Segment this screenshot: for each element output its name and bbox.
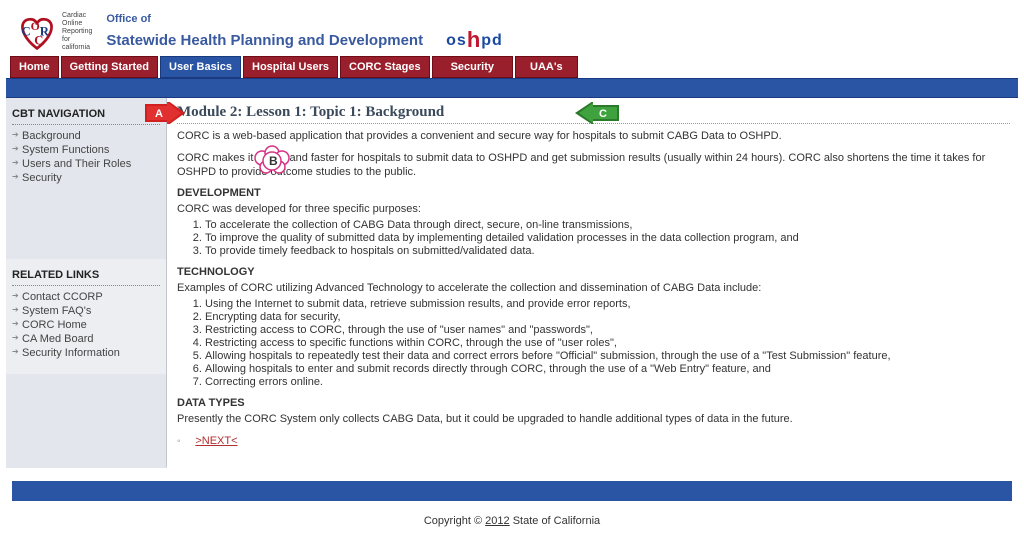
sidebar-item-security[interactable]: Security	[12, 171, 160, 185]
link-ca-med-board[interactable]: CA Med Board	[12, 332, 160, 346]
link-system-faqs[interactable]: System FAQ's	[12, 304, 160, 318]
svg-text:B: B	[269, 154, 278, 168]
sidebar-item-users-roles[interactable]: Users and Their Roles	[12, 157, 160, 171]
main-nav: Home Getting Started User Basics Hospita…	[6, 56, 1018, 78]
footer: Copyright © 2012 State of California	[6, 515, 1018, 527]
svg-text:A: A	[155, 108, 163, 120]
page-title: Module 2: Lesson 1: Topic 1: Background	[177, 104, 444, 121]
corc-logo-subtext: Cardiac Online Reporting for california	[62, 12, 92, 52]
tab-user-basics[interactable]: User Basics	[160, 56, 241, 78]
tab-hospital-users[interactable]: Hospital Users	[243, 56, 338, 78]
development-intro: CORC was developed for three specific pu…	[177, 203, 1010, 217]
oshpd-logo: oshpd	[435, 25, 503, 51]
header: C O R C Cardiac Online Reporting for cal…	[6, 6, 1018, 56]
svg-text:O: O	[31, 19, 40, 33]
sidebar-item-background[interactable]: Background	[12, 129, 160, 143]
tab-security[interactable]: Security	[432, 56, 513, 78]
office-title: Office of Statewide Health Planning and …	[106, 13, 502, 51]
data-types-p: Presently the CORC System only collects …	[177, 413, 1010, 427]
heading-technology: TECHNOLOGY	[177, 266, 1010, 278]
svg-text:C: C	[599, 108, 607, 120]
intro-p2: CORC makes it easier and faster for hosp…	[177, 152, 1010, 180]
svg-text:C: C	[34, 34, 43, 48]
heading-development: DEVELOPMENT	[177, 187, 1010, 199]
sidebar-item-system-functions[interactable]: System Functions	[12, 143, 160, 157]
callout-c-arrow: C	[575, 102, 619, 127]
tab-uaas[interactable]: UAA's	[515, 56, 578, 78]
technology-list: Using the Internet to submit data, retri…	[205, 298, 1010, 389]
related-links-heading: RELATED LINKS	[12, 269, 160, 281]
development-list: To accelerate the collection of CABG Dat…	[205, 219, 1010, 258]
technology-intro: Examples of CORC utilizing Advanced Tech…	[177, 282, 1010, 296]
link-security-information[interactable]: Security Information	[12, 346, 160, 360]
intro-p1: CORC is a web-based application that pro…	[177, 130, 1010, 144]
cbt-nav-heading: CBT NAVIGATION	[12, 108, 160, 120]
callout-b-cloud: B	[252, 144, 294, 183]
tab-getting-started[interactable]: Getting Started	[61, 56, 158, 78]
blue-bar	[6, 78, 1018, 98]
svg-text:C: C	[22, 25, 31, 39]
footer-blue-bar	[12, 481, 1012, 501]
tab-corc-stages[interactable]: CORC Stages	[340, 56, 430, 78]
link-contact-ccorp[interactable]: Contact CCORP	[12, 290, 160, 304]
callout-a-arrow: A	[145, 102, 185, 127]
next-link[interactable]: >NEXT<	[195, 435, 237, 447]
link-corc-home[interactable]: CORC Home	[12, 318, 160, 332]
tab-home[interactable]: Home	[10, 56, 59, 78]
content-area: A Module 2: Lesson 1: Topic 1: Backgroun…	[167, 98, 1018, 468]
corc-logo: C O R C Cardiac Online Reporting for cal…	[14, 12, 92, 52]
heading-data-types: DATA TYPES	[177, 397, 1010, 409]
sidebar: CBT NAVIGATION Background System Functio…	[6, 98, 167, 468]
